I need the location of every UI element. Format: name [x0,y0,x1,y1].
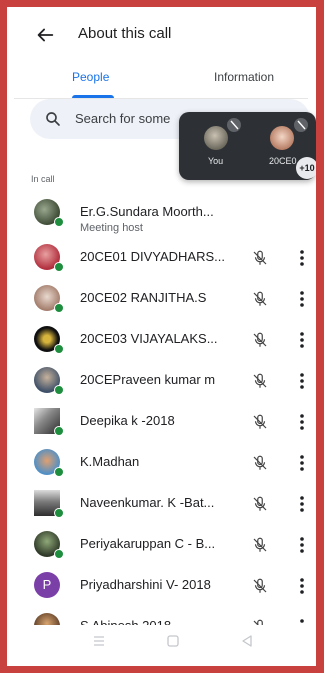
participant-row[interactable]: Naveenkumar. K -Bat... [14,483,308,524]
participant-name: Deepika k -2018 [80,413,175,428]
more-participants-badge[interactable]: +10 [296,157,316,179]
more-options-icon[interactable] [292,412,312,432]
back-nav-icon[interactable] [240,634,254,648]
participant-row[interactable]: 20CEPraveen kumar m [14,360,308,401]
participant-row[interactable]: K.Madhan [14,442,308,483]
mic-off-icon[interactable] [251,577,269,595]
participant-name: Er.G.Sundara Moorth... [80,204,214,219]
mic-off-icon[interactable] [251,536,269,554]
search-icon [46,112,60,126]
participant-name: Naveenkumar. K -Bat... [80,495,215,510]
online-status-dot [54,262,64,272]
system-nav-bar [14,625,308,659]
self-avatar [204,126,228,150]
participant-row[interactable]: 20CE01 DIVYADHARS... [14,237,308,278]
more-options-icon[interactable] [292,576,312,596]
participant-label: 20CE0 [269,156,297,166]
tab-bar: People Information [14,58,308,102]
participant-row[interactable]: Er.G.Sundara Moorth... Meeting host [14,192,308,234]
participant-name: 20CE03 VIJAYALAKS... [80,331,218,346]
mic-off-icon[interactable] [251,331,269,349]
participant-row[interactable]: P Priyadharshini V- 2018 [14,565,308,606]
mic-off-icon[interactable] [251,372,269,390]
online-status-dot [54,508,64,518]
participant-row[interactable]: 20CE02 RANJITHA.S [14,278,308,319]
tab-information[interactable]: Information [214,70,274,84]
online-status-dot [54,549,64,559]
online-status-dot [54,467,64,477]
page-title: About this call [78,25,172,42]
online-status-dot [54,217,64,227]
online-status-dot [54,426,64,436]
floating-self-view[interactable]: You 20CE0 +10 [179,112,316,180]
participant-name: 20CEPraveen kumar m [80,372,216,387]
avatar-initial: P [34,572,60,598]
participant-row[interactable]: Deepika k -2018 [14,401,308,442]
more-options-icon[interactable] [292,494,312,514]
online-status-dot [54,344,64,354]
mic-off-icon[interactable] [251,454,269,472]
more-options-icon[interactable] [292,289,312,309]
participant-name: 20CE01 DIVYADHARS... [80,249,225,264]
participant-avatar [270,126,294,150]
online-status-dot [54,303,64,313]
back-arrow-icon[interactable] [34,24,56,46]
participant-name: 20CE02 RANJITHA.S [80,290,207,305]
more-options-icon[interactable] [292,248,312,268]
tab-people[interactable]: People [72,70,109,84]
section-label-in-call: In call [31,174,55,184]
menu-nav-icon[interactable] [92,634,106,648]
mic-off-icon[interactable] [251,495,269,513]
mic-off-icon[interactable] [251,249,269,267]
mic-off-icon[interactable] [251,290,269,308]
mic-off-icon[interactable] [251,413,269,431]
home-nav-icon[interactable] [166,634,180,648]
participant-name: K.Madhan [80,454,140,469]
participant-mic-muted-icon [294,118,308,132]
self-mic-muted-icon [227,118,241,132]
app-screen: About this call People Information Searc… [14,14,316,659]
top-app-bar: About this call [14,14,308,56]
online-status-dot [54,385,64,395]
more-options-icon[interactable] [292,453,312,473]
participant-role: Meeting host [80,222,143,234]
screenshot-frame: About this call People Information Searc… [0,0,324,673]
participant-row[interactable]: 20CE03 VIJAYALAKS... [14,319,308,360]
self-label: You [208,156,224,166]
search-placeholder: Search for some [75,111,171,126]
more-options-icon[interactable] [292,371,312,391]
more-options-icon[interactable] [292,535,312,555]
participant-name: Periyakaruppan C - B... [80,536,216,551]
participant-row[interactable]: Periyakaruppan C - B... [14,524,308,565]
participant-name: Priyadharshini V- 2018 [80,577,211,592]
more-options-icon[interactable] [292,330,312,350]
